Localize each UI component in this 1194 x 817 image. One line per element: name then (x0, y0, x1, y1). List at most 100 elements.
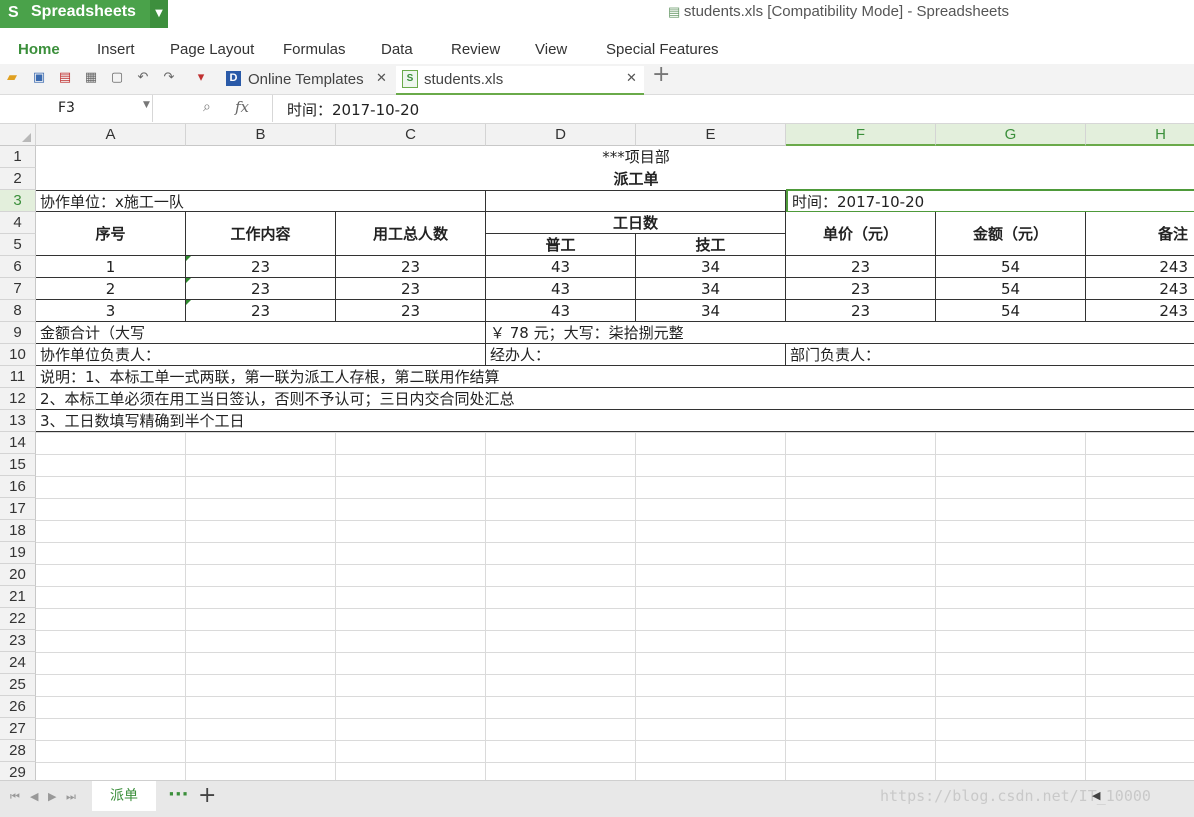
table-cell[interactable]: 243 (1086, 278, 1194, 300)
more-sheets-icon[interactable]: ··· (168, 784, 189, 805)
first-sheet-icon[interactable]: ⏮ (10, 790, 20, 804)
header-skilled-worker[interactable]: 技工 (636, 234, 786, 256)
menu-home[interactable]: Home (18, 41, 60, 58)
row-header-15[interactable]: 15 (0, 454, 36, 476)
close-tab-icon[interactable]: ✕ (376, 70, 387, 86)
row-header-25[interactable]: 25 (0, 674, 36, 696)
row-header-13[interactable]: 13 (0, 410, 36, 432)
zoom-icon[interactable]: ⌕ (203, 99, 211, 115)
row-header-1[interactable]: 1 (0, 146, 36, 168)
close-tab-icon[interactable]: ✕ (626, 70, 637, 86)
tab-online-templates[interactable]: D Online Templates ✕ (220, 66, 396, 93)
table-cell[interactable]: 243 (1086, 256, 1194, 278)
table-cell[interactable]: 23 (186, 278, 336, 300)
cell-a11-note[interactable]: 说明：1、本标工单一式两联，第一联为派工人存根，第二联用作结算 (36, 366, 1194, 388)
row-header-14[interactable]: 14 (0, 432, 36, 454)
row-header-6[interactable]: 6 (0, 256, 36, 278)
table-cell[interactable]: 23 (336, 300, 486, 322)
table-cell[interactable]: 54 (936, 278, 1086, 300)
row-header-7[interactable]: 7 (0, 278, 36, 300)
table-cell[interactable]: 43 (486, 300, 636, 322)
row-header-5[interactable]: 5 (0, 234, 36, 256)
menu-page-layout[interactable]: Page Layout (170, 41, 254, 58)
table-cell[interactable]: 43 (486, 278, 636, 300)
table-cell[interactable]: 23 (336, 256, 486, 278)
menu-formulas[interactable]: Formulas (283, 41, 346, 58)
formula-input[interactable]: 时间：2017-10-20 (287, 99, 419, 120)
sheet-tab-paidan[interactable]: 派单 (92, 781, 156, 811)
column-header-d[interactable]: D (486, 124, 636, 146)
open-icon[interactable]: ▰ (4, 70, 20, 86)
table-cell[interactable]: 23 (786, 278, 936, 300)
customize-toolbar-icon[interactable]: ▾ (193, 70, 209, 86)
cell-d3[interactable] (486, 190, 786, 212)
header-total-workers[interactable]: 用工总人数 (336, 212, 486, 256)
add-sheet-icon[interactable]: + (198, 783, 216, 808)
header-workdays[interactable]: 工日数 (486, 212, 786, 234)
row-header-19[interactable]: 19 (0, 542, 36, 564)
cell-a1-project-dept[interactable]: ***项目部 (36, 146, 1194, 168)
table-cell[interactable]: 23 (186, 256, 336, 278)
table-cell[interactable]: 3 (36, 300, 186, 322)
name-box[interactable]: F3 ▼ (0, 95, 153, 122)
cell-f10-dept-lead[interactable]: 部门负责人： (786, 344, 1194, 366)
row-header-22[interactable]: 22 (0, 608, 36, 630)
row-header-8[interactable]: 8 (0, 300, 36, 322)
row-header-29[interactable]: 29 (0, 762, 36, 780)
row-header-11[interactable]: 11 (0, 366, 36, 388)
table-cell[interactable]: 2 (36, 278, 186, 300)
row-header-10[interactable]: 10 (0, 344, 36, 366)
row-header-23[interactable]: 23 (0, 630, 36, 652)
header-note[interactable]: 备注 (1086, 212, 1194, 256)
menu-data[interactable]: Data (381, 41, 413, 58)
cell-a10-contractor-lead[interactable]: 协作单位负责人： (36, 344, 486, 366)
row-header-21[interactable]: 21 (0, 586, 36, 608)
table-cell[interactable]: 1 (36, 256, 186, 278)
header-work-content[interactable]: 工作内容 (186, 212, 336, 256)
row-header-2[interactable]: 2 (0, 168, 36, 190)
row-header-27[interactable]: 27 (0, 718, 36, 740)
table-cell[interactable]: 34 (636, 300, 786, 322)
row-header-12[interactable]: 12 (0, 388, 36, 410)
row-header-9[interactable]: 9 (0, 322, 36, 344)
row-header-28[interactable]: 28 (0, 740, 36, 762)
column-header-c[interactable]: C (336, 124, 486, 146)
redo-icon[interactable]: ↷ (161, 70, 177, 86)
menu-review[interactable]: Review (451, 41, 500, 58)
function-icon[interactable]: fx (235, 98, 249, 116)
chevron-down-icon[interactable]: ▼ (150, 0, 168, 28)
header-amount[interactable]: 金额（元） (936, 212, 1086, 256)
cell-a2-title[interactable]: 派工单 (36, 168, 1194, 190)
spreadsheet-grid[interactable]: A B C D E F G H 1 2 3 4 5 6 7 8 9 10 11 … (0, 124, 1194, 780)
next-sheet-icon[interactable]: ▶ (48, 790, 56, 803)
header-normal-worker[interactable]: 普工 (486, 234, 636, 256)
table-cell[interactable]: 43 (486, 256, 636, 278)
cell-a13-note[interactable]: 3、工日数填写精确到半个工日 (36, 410, 1194, 432)
print-preview-icon[interactable]: ▢ (109, 70, 125, 86)
row-header-16[interactable]: 16 (0, 476, 36, 498)
table-cell[interactable]: 23 (186, 300, 336, 322)
row-header-18[interactable]: 18 (0, 520, 36, 542)
table-cell[interactable]: 243 (1086, 300, 1194, 322)
table-cell[interactable]: 23 (786, 300, 936, 322)
cell-d10-handler[interactable]: 经办人： (486, 344, 786, 366)
row-header-17[interactable]: 17 (0, 498, 36, 520)
header-seq[interactable]: 序号 (36, 212, 186, 256)
column-header-g[interactable]: G (936, 124, 1086, 146)
row-header-24[interactable]: 24 (0, 652, 36, 674)
column-header-h[interactable]: H (1086, 124, 1194, 146)
prev-sheet-icon[interactable]: ◀ (30, 790, 38, 803)
column-header-e[interactable]: E (636, 124, 786, 146)
row-header-4[interactable]: 4 (0, 212, 36, 234)
table-cell[interactable]: 34 (636, 278, 786, 300)
table-cell[interactable]: 34 (636, 256, 786, 278)
menu-view[interactable]: View (535, 41, 567, 58)
pdf-icon[interactable]: ▤ (57, 70, 73, 86)
menu-insert[interactable]: Insert (97, 41, 135, 58)
cell-d9-total-value[interactable]: ￥ 78 元；大写：柒拾捌元整 (486, 322, 1194, 344)
app-menu-button[interactable]: S Spreadsheets ▼ (0, 0, 168, 28)
column-header-b[interactable]: B (186, 124, 336, 146)
chevron-down-icon[interactable]: ▼ (143, 100, 150, 110)
save-icon[interactable]: ▣ (31, 70, 47, 86)
row-header-3[interactable]: 3 (0, 190, 36, 212)
